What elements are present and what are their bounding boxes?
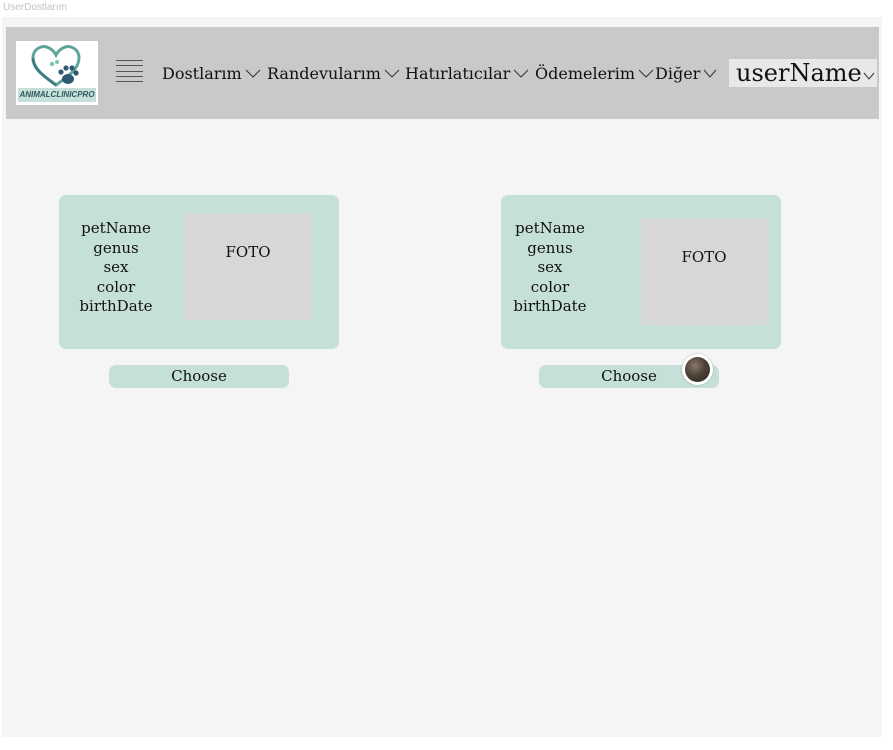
user-menu[interactable]: userName [729, 59, 877, 87]
avatar-photo [685, 357, 710, 382]
nav-item-hatirlaticilar[interactable]: Hatırlatıcılar [405, 62, 529, 84]
nav-item-label: Hatırlatıcılar [405, 63, 511, 83]
nav-item-diger[interactable]: Diğer [655, 62, 717, 84]
user-name: userName [736, 59, 862, 87]
pet-name-label: petName [81, 219, 151, 237]
frame-title: UserDostlarım [3, 2, 67, 13]
nav-item-label: Randevularım [267, 63, 381, 83]
pet-genus-label: genus [93, 238, 139, 257]
pet-sex-label: sex [103, 258, 129, 276]
nav-item-label: Diğer [655, 63, 701, 83]
pet-birthdate-label: birthDate [79, 297, 153, 315]
choose-button[interactable]: Choose [109, 365, 289, 388]
pet-color-label: color [96, 277, 136, 296]
nav-item-randevularim[interactable]: Randevularım [267, 62, 400, 84]
app-logo[interactable]: ANIMALCLINICPRO [16, 41, 98, 105]
menu-icon[interactable] [116, 60, 143, 82]
chevron-down-icon [245, 69, 261, 78]
avatar[interactable] [682, 354, 713, 385]
pet-card[interactable]: petName genus sex color birthDate FOTO [501, 195, 781, 349]
nav-item-label: Dostlarım [162, 63, 242, 83]
photo-placeholder-label: FOTO [681, 248, 727, 266]
chevron-down-icon [638, 69, 654, 78]
logo-text: ANIMALCLINICPRO [18, 88, 96, 102]
chevron-down-icon [384, 69, 400, 78]
pet-genus-label: genus [527, 238, 573, 257]
pet-sex-label: sex [537, 258, 563, 276]
pet-birthdate-label: birthDate [513, 297, 587, 315]
pet-name-label: petName [515, 219, 585, 237]
nav-item-odemelerim[interactable]: Ödemelerim [535, 62, 654, 84]
pet-info: petName genus sex color birthDate [511, 219, 589, 317]
chevron-down-icon [513, 69, 529, 78]
nav-item-dostlarim[interactable]: Dostlarım [162, 62, 261, 84]
pet-photo: FOTO [185, 213, 311, 320]
pet-color-label: color [530, 277, 570, 296]
pet-card[interactable]: petName genus sex color birthDate FOTO [59, 195, 339, 349]
nav-item-label: Ödemelerim [535, 63, 635, 83]
pet-info: petName genus sex color birthDate [77, 219, 155, 317]
chevron-down-icon [703, 69, 717, 78]
chevron-down-icon [863, 72, 875, 80]
pet-photo: FOTO [641, 218, 767, 325]
photo-placeholder-label: FOTO [225, 243, 271, 261]
